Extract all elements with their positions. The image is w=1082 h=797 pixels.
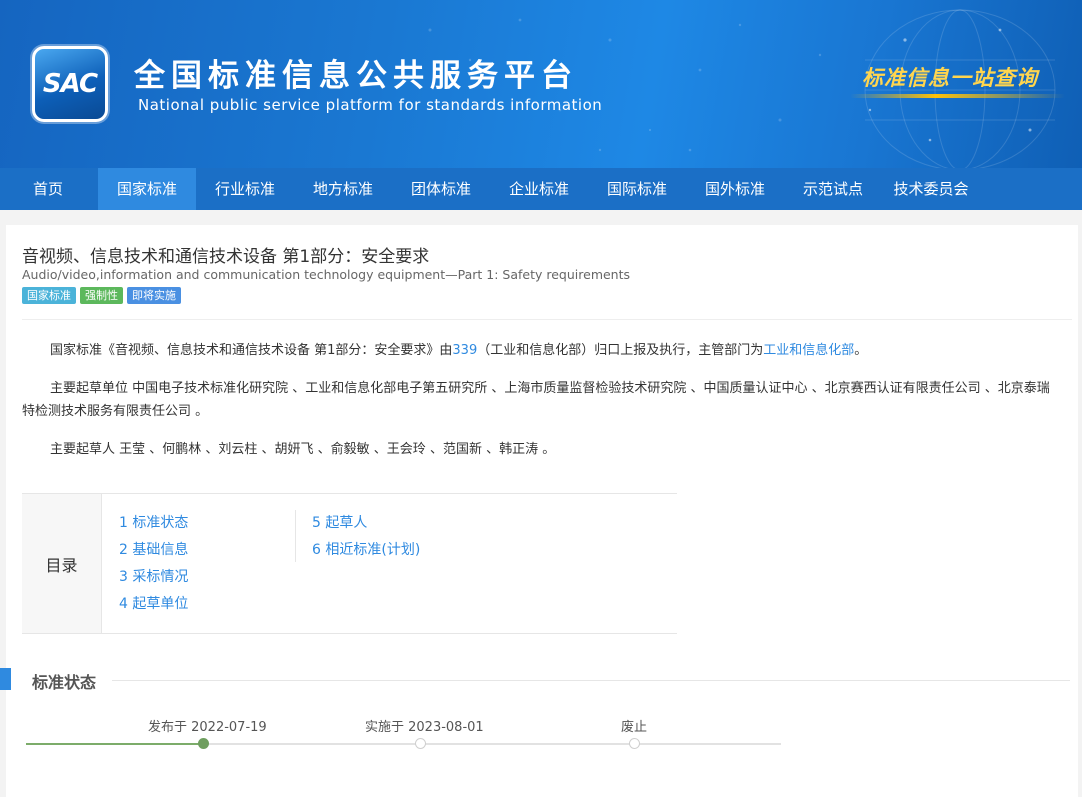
toc-item-similar-standards[interactable]: 6 相近标准(计划) [312,537,420,564]
standard-tags: 国家标准 强制性 即将实施 [22,287,181,304]
section-accent-bar [0,668,11,690]
intro-suffix: 。 [854,343,868,358]
toc-item-drafters[interactable]: 5 起草人 [312,510,420,537]
section-divider [112,680,1070,681]
toc-item-standard-status[interactable]: 1 标准状态 [119,510,188,537]
header-banner: SAC 全国标准信息公共服务平台 National public service… [0,0,1082,168]
nav-national-standards[interactable]: 国家标准 [98,168,196,210]
slogan-text: 标准信息一站查询 [862,65,1038,90]
timeline-dot-published [198,738,209,749]
tag-mandatory: 强制性 [80,287,123,304]
timeline-dot-abolished [629,738,640,749]
intro-paragraph: 国家标准《音视频、信息技术和通信技术设备 第1部分：安全要求》由339（工业和信… [22,339,1062,362]
site-subtitle: National public service platform for sta… [138,96,603,114]
nav-international-standards[interactable]: 国际标准 [588,168,686,210]
main-nav: 首页 国家标准 行业标准 地方标准 团体标准 企业标准 国际标准 国外标准 示范… [0,168,1082,210]
timeline-label-published: 发布于 2022-07-19 [148,720,267,735]
logo-text: SAC [42,69,98,99]
toc-column-2: 5 起草人 6 相近标准(计划) [295,510,420,562]
title-divider [22,319,1072,320]
drafting-units-label: 主要起草单位 [50,381,129,396]
intro-prefix: 国家标准《音视频、信息技术和通信技术设备 第1部分：安全要求》由 [50,343,453,358]
toc-label: 目录 [22,494,102,633]
drafters-label: 主要起草人 [50,442,116,457]
tag-upcoming: 即将实施 [127,287,181,304]
slogan-underline [850,94,1065,98]
timeline-dot-implemented [415,738,426,749]
nav-enterprise-standards[interactable]: 企业标准 [490,168,588,210]
drafters-text: 王莹 、何鹏林 、刘云柱 、胡妍飞 、俞毅敏 、王会玲 、范国新 、韩正涛 。 [115,442,556,457]
standard-title: 音视频、信息技术和通信技术设备 第1部分：安全要求 [22,247,430,267]
nav-foreign-standards[interactable]: 国外标准 [686,168,784,210]
nav-industry-standards[interactable]: 行业标准 [196,168,294,210]
nav-local-standards[interactable]: 地方标准 [294,168,392,210]
intro-middle: （工业和信息化部）归口上报及执行，主管部门为 [477,343,764,358]
timeline-label-abolished: 废止 [621,720,648,735]
nav-group-standards[interactable]: 团体标准 [392,168,490,210]
nav-home[interactable]: 首页 [0,168,98,210]
tag-national-standard: 国家标准 [22,287,76,304]
status-section-title: 标准状态 [32,673,97,692]
drafting-units-text: 中国电子技术标准化研究院 、工业和信息化部电子第五研究所 、上海市质量监督检验技… [22,381,1050,419]
main-content: 音视频、信息技术和通信技术设备 第1部分：安全要求 Audio/video,in… [0,225,1078,797]
toc-item-drafting-units[interactable]: 4 起草单位 [119,591,188,618]
committee-link[interactable]: 339 [452,343,477,358]
nav-technical-committee[interactable]: 技术委员会 [882,168,980,210]
timeline-label-implemented: 实施于 2023-08-01 [365,720,484,735]
table-of-contents: 目录 1 标准状态 2 基础信息 3 采标情况 4 起草单位 5 起草人 6 相… [22,493,677,634]
site-title: 全国标准信息公共服务平台 [134,58,578,94]
drafters-paragraph: 主要起草人 王莹 、何鹏林 、刘云柱 、胡妍飞 、俞毅敏 、王会玲 、范国新 、… [22,438,1062,461]
toc-item-basic-info[interactable]: 2 基础信息 [119,537,188,564]
toc-column-1: 1 标准状态 2 基础信息 3 采标情况 4 起草单位 [119,510,188,618]
sac-logo[interactable]: SAC [32,46,108,122]
toc-item-adoption[interactable]: 3 采标情况 [119,564,188,591]
timeline-progress [26,743,204,745]
drafting-units-paragraph: 主要起草单位 中国电子技术标准化研究院 、工业和信息化部电子第五研究所 、上海市… [22,377,1062,423]
department-link[interactable]: 工业和信息化部 [763,343,854,358]
standard-title-en: Audio/video,information and communicatio… [22,267,631,282]
nav-pilot-demo[interactable]: 示范试点 [784,168,882,210]
